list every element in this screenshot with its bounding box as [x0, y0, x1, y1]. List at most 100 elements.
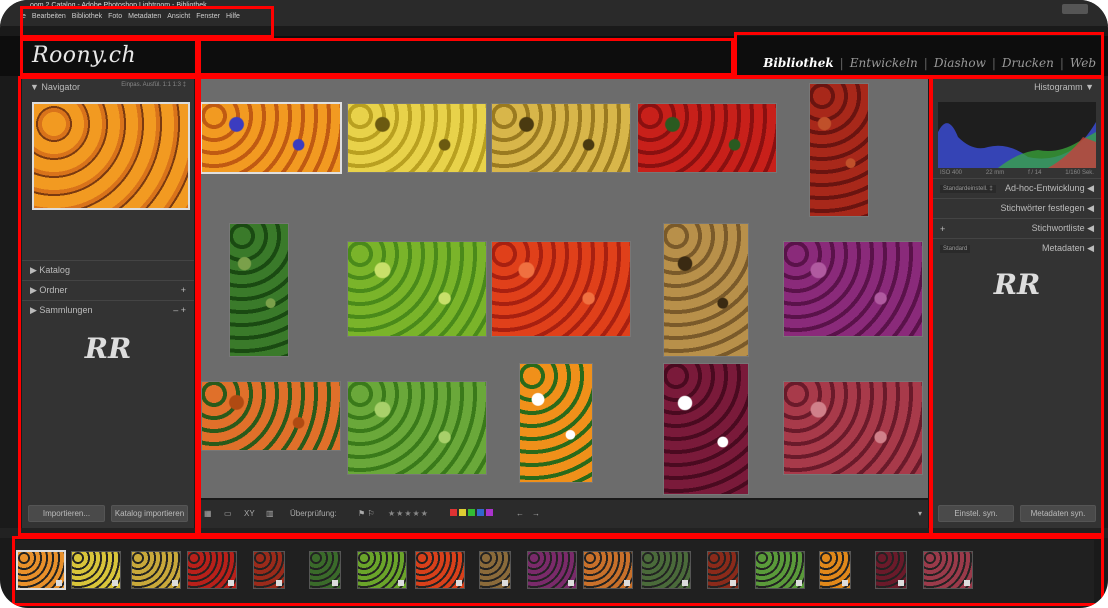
- filmstrip-frame-oranges[interactable]: [18, 552, 64, 588]
- zoom-fit[interactable]: Einpas.: [121, 82, 141, 88]
- rating-stars[interactable]: ★★★★★: [388, 509, 429, 518]
- survey-view-icon[interactable]: ▥: [266, 509, 274, 518]
- panel-folders[interactable]: ▶ Ordner +: [22, 280, 194, 300]
- filmstrip-frame-onions-2[interactable]: [876, 552, 906, 588]
- metadata-preset[interactable]: Standard: [940, 244, 971, 253]
- module-slideshow[interactable]: Diashow: [934, 56, 986, 70]
- panel-quick-develop[interactable]: Standardeinstell. ‡ Ad-hoc-Entwicklung ◀: [932, 178, 1102, 198]
- grid-view-icon[interactable]: ▦: [204, 509, 212, 518]
- module-separator: |: [991, 56, 996, 70]
- iso-value: ISO 400: [940, 170, 963, 176]
- photo-thumbnail-lettuce[interactable]: [348, 382, 486, 474]
- keyword-list-label: Stichwortliste: [1031, 223, 1085, 233]
- panel-keyword-list[interactable]: + Stichwortliste ◀: [932, 218, 1102, 238]
- navigator-preview[interactable]: [32, 102, 190, 210]
- color-label-green[interactable]: [468, 509, 475, 516]
- histogram-header[interactable]: Histogramm ▼: [932, 78, 1102, 96]
- menu-library[interactable]: Bibliothek: [72, 13, 102, 20]
- triangle-down-icon: ▼: [30, 82, 42, 92]
- photo-thumbnail-red-onions[interactable]: [784, 242, 922, 336]
- menu-photo[interactable]: Foto: [108, 13, 122, 20]
- window-controls[interactable]: [1062, 4, 1088, 14]
- edit-badge-icon: [332, 580, 338, 586]
- filmstrip: [14, 540, 1094, 604]
- photo-thumbnail-broccoli-rabe[interactable]: [230, 224, 288, 356]
- flag-icon[interactable]: ⚑ ⚐: [358, 509, 375, 518]
- import-button[interactable]: Importieren...: [28, 505, 105, 522]
- photo-thumbnail-oranges-with-wrappers[interactable]: [202, 104, 340, 172]
- filmstrip-frame-potatoes[interactable]: [480, 552, 510, 588]
- edit-badge-icon: [276, 580, 282, 586]
- filmstrip-frame-pears[interactable]: [132, 552, 180, 588]
- zoom-1-1[interactable]: 1:1: [163, 82, 171, 88]
- module-library[interactable]: Bibliothek: [763, 56, 833, 70]
- filmstrip-frame-onions[interactable]: [528, 552, 576, 588]
- toolbar-menu-icon[interactable]: ▾: [918, 509, 922, 518]
- navigator-header[interactable]: ▼ Navigator Einpas. Ausfül. 1:1 1:3 ‡: [22, 78, 194, 96]
- add-folder-icon[interactable]: +: [181, 285, 186, 296]
- filmstrip-frame-tomatoes-vine[interactable]: [188, 552, 236, 588]
- zoom-1-3[interactable]: 1:3 ‡: [173, 82, 186, 88]
- histogram-label: Histogramm: [1034, 82, 1083, 92]
- triangle-right-icon: ▶: [30, 265, 40, 275]
- module-web[interactable]: Web: [1070, 56, 1096, 70]
- menu-metadata[interactable]: Metadaten: [128, 13, 161, 20]
- photo-thumbnail-green-peppers[interactable]: [348, 242, 486, 336]
- photo-thumbnail-pears[interactable]: [492, 104, 630, 172]
- triangle-right-icon: ▶: [30, 305, 40, 315]
- color-label-blue[interactable]: [477, 509, 484, 516]
- library-toolbar: ▦ ▭ XY ▥ Überprüfung: ⚑ ⚐ ★★★★★ ← → ▾: [198, 500, 928, 528]
- photo-thumbnail-dried-chilies[interactable]: [810, 84, 868, 216]
- filmstrip-frame-lettuce[interactable]: [756, 552, 804, 588]
- panel-collections[interactable]: ▶ Sammlungen – +: [22, 300, 194, 320]
- aperture: f / 14: [1028, 170, 1042, 176]
- filmstrip-frame-borlotti[interactable]: [924, 552, 972, 588]
- identity-plate-logo: Roony.ch: [32, 43, 137, 68]
- color-label-red[interactable]: [450, 509, 457, 516]
- arrow-right-icon[interactable]: →: [532, 509, 540, 518]
- filmstrip-frame-chilies-2[interactable]: [708, 552, 738, 588]
- photo-thumbnail-oranges-sign[interactable]: [520, 364, 592, 482]
- color-label-yellow[interactable]: [459, 509, 466, 516]
- loupe-view-icon[interactable]: ▭: [224, 509, 232, 518]
- review-label: Überprüfung:: [290, 509, 337, 518]
- module-print[interactable]: Drucken: [1002, 56, 1054, 70]
- navigator-label: Navigator: [41, 82, 80, 92]
- filmstrip-frame-tomatoes[interactable]: [416, 552, 464, 588]
- application-window: oom 2 Catalog - Adobe Photoshop Lightroo…: [0, 0, 1108, 608]
- sync-metadata-button[interactable]: Metadaten syn.: [1020, 505, 1096, 522]
- filmstrip-frame-beans-green[interactable]: [642, 552, 690, 588]
- photo-thumbnail-potatoes[interactable]: [664, 224, 748, 356]
- arrow-left-icon[interactable]: ←: [516, 509, 524, 518]
- photo-thumbnail-tomatoes-on-vine[interactable]: [638, 104, 776, 172]
- panel-metadata[interactable]: Standard Metadaten ◀: [932, 238, 1102, 258]
- photo-thumbnail-carrots[interactable]: [202, 382, 340, 450]
- menu-view[interactable]: Ansicht: [167, 13, 190, 20]
- filmstrip-frame-carrots[interactable]: [584, 552, 632, 588]
- filmstrip-frame-peppers[interactable]: [358, 552, 406, 588]
- edit-badge-icon: [898, 580, 904, 586]
- quick-develop-preset[interactable]: Standardeinstell. ‡: [940, 184, 996, 193]
- menu-edit[interactable]: Bearbeiten: [32, 13, 66, 20]
- menu-window[interactable]: Fenster: [196, 13, 220, 20]
- menu-help[interactable]: Hilfe: [226, 13, 240, 20]
- panel-keywording[interactable]: Stichwörter festlegen ◀: [932, 198, 1102, 218]
- color-label-purple[interactable]: [486, 509, 493, 516]
- collection-actions-icon[interactable]: – +: [173, 305, 186, 316]
- filmstrip-frame-apples[interactable]: [72, 552, 120, 588]
- sync-settings-button[interactable]: Einstel. syn.: [938, 505, 1014, 522]
- photo-thumbnail-yellow-apples[interactable]: [348, 104, 486, 172]
- add-keyword-icon[interactable]: +: [940, 224, 945, 234]
- filmstrip-frame-chilies[interactable]: [254, 552, 284, 588]
- photo-thumbnail-red-tomatoes[interactable]: [492, 242, 630, 336]
- compare-view-icon[interactable]: XY: [244, 509, 255, 518]
- zoom-fill[interactable]: Ausfül.: [143, 82, 161, 88]
- import-catalog-button[interactable]: Katalog importieren: [111, 505, 188, 522]
- module-develop[interactable]: Entwickeln: [850, 56, 918, 70]
- menu-file[interactable]: e: [22, 13, 26, 20]
- photo-thumbnail-borlotti-beans[interactable]: [784, 382, 922, 474]
- filmstrip-frame-broccoli[interactable]: [310, 552, 340, 588]
- photo-thumbnail-red-onions-sign[interactable]: [664, 364, 748, 494]
- filmstrip-frame-oranges-2[interactable]: [820, 552, 850, 588]
- panel-catalog[interactable]: ▶ Katalog: [22, 260, 194, 280]
